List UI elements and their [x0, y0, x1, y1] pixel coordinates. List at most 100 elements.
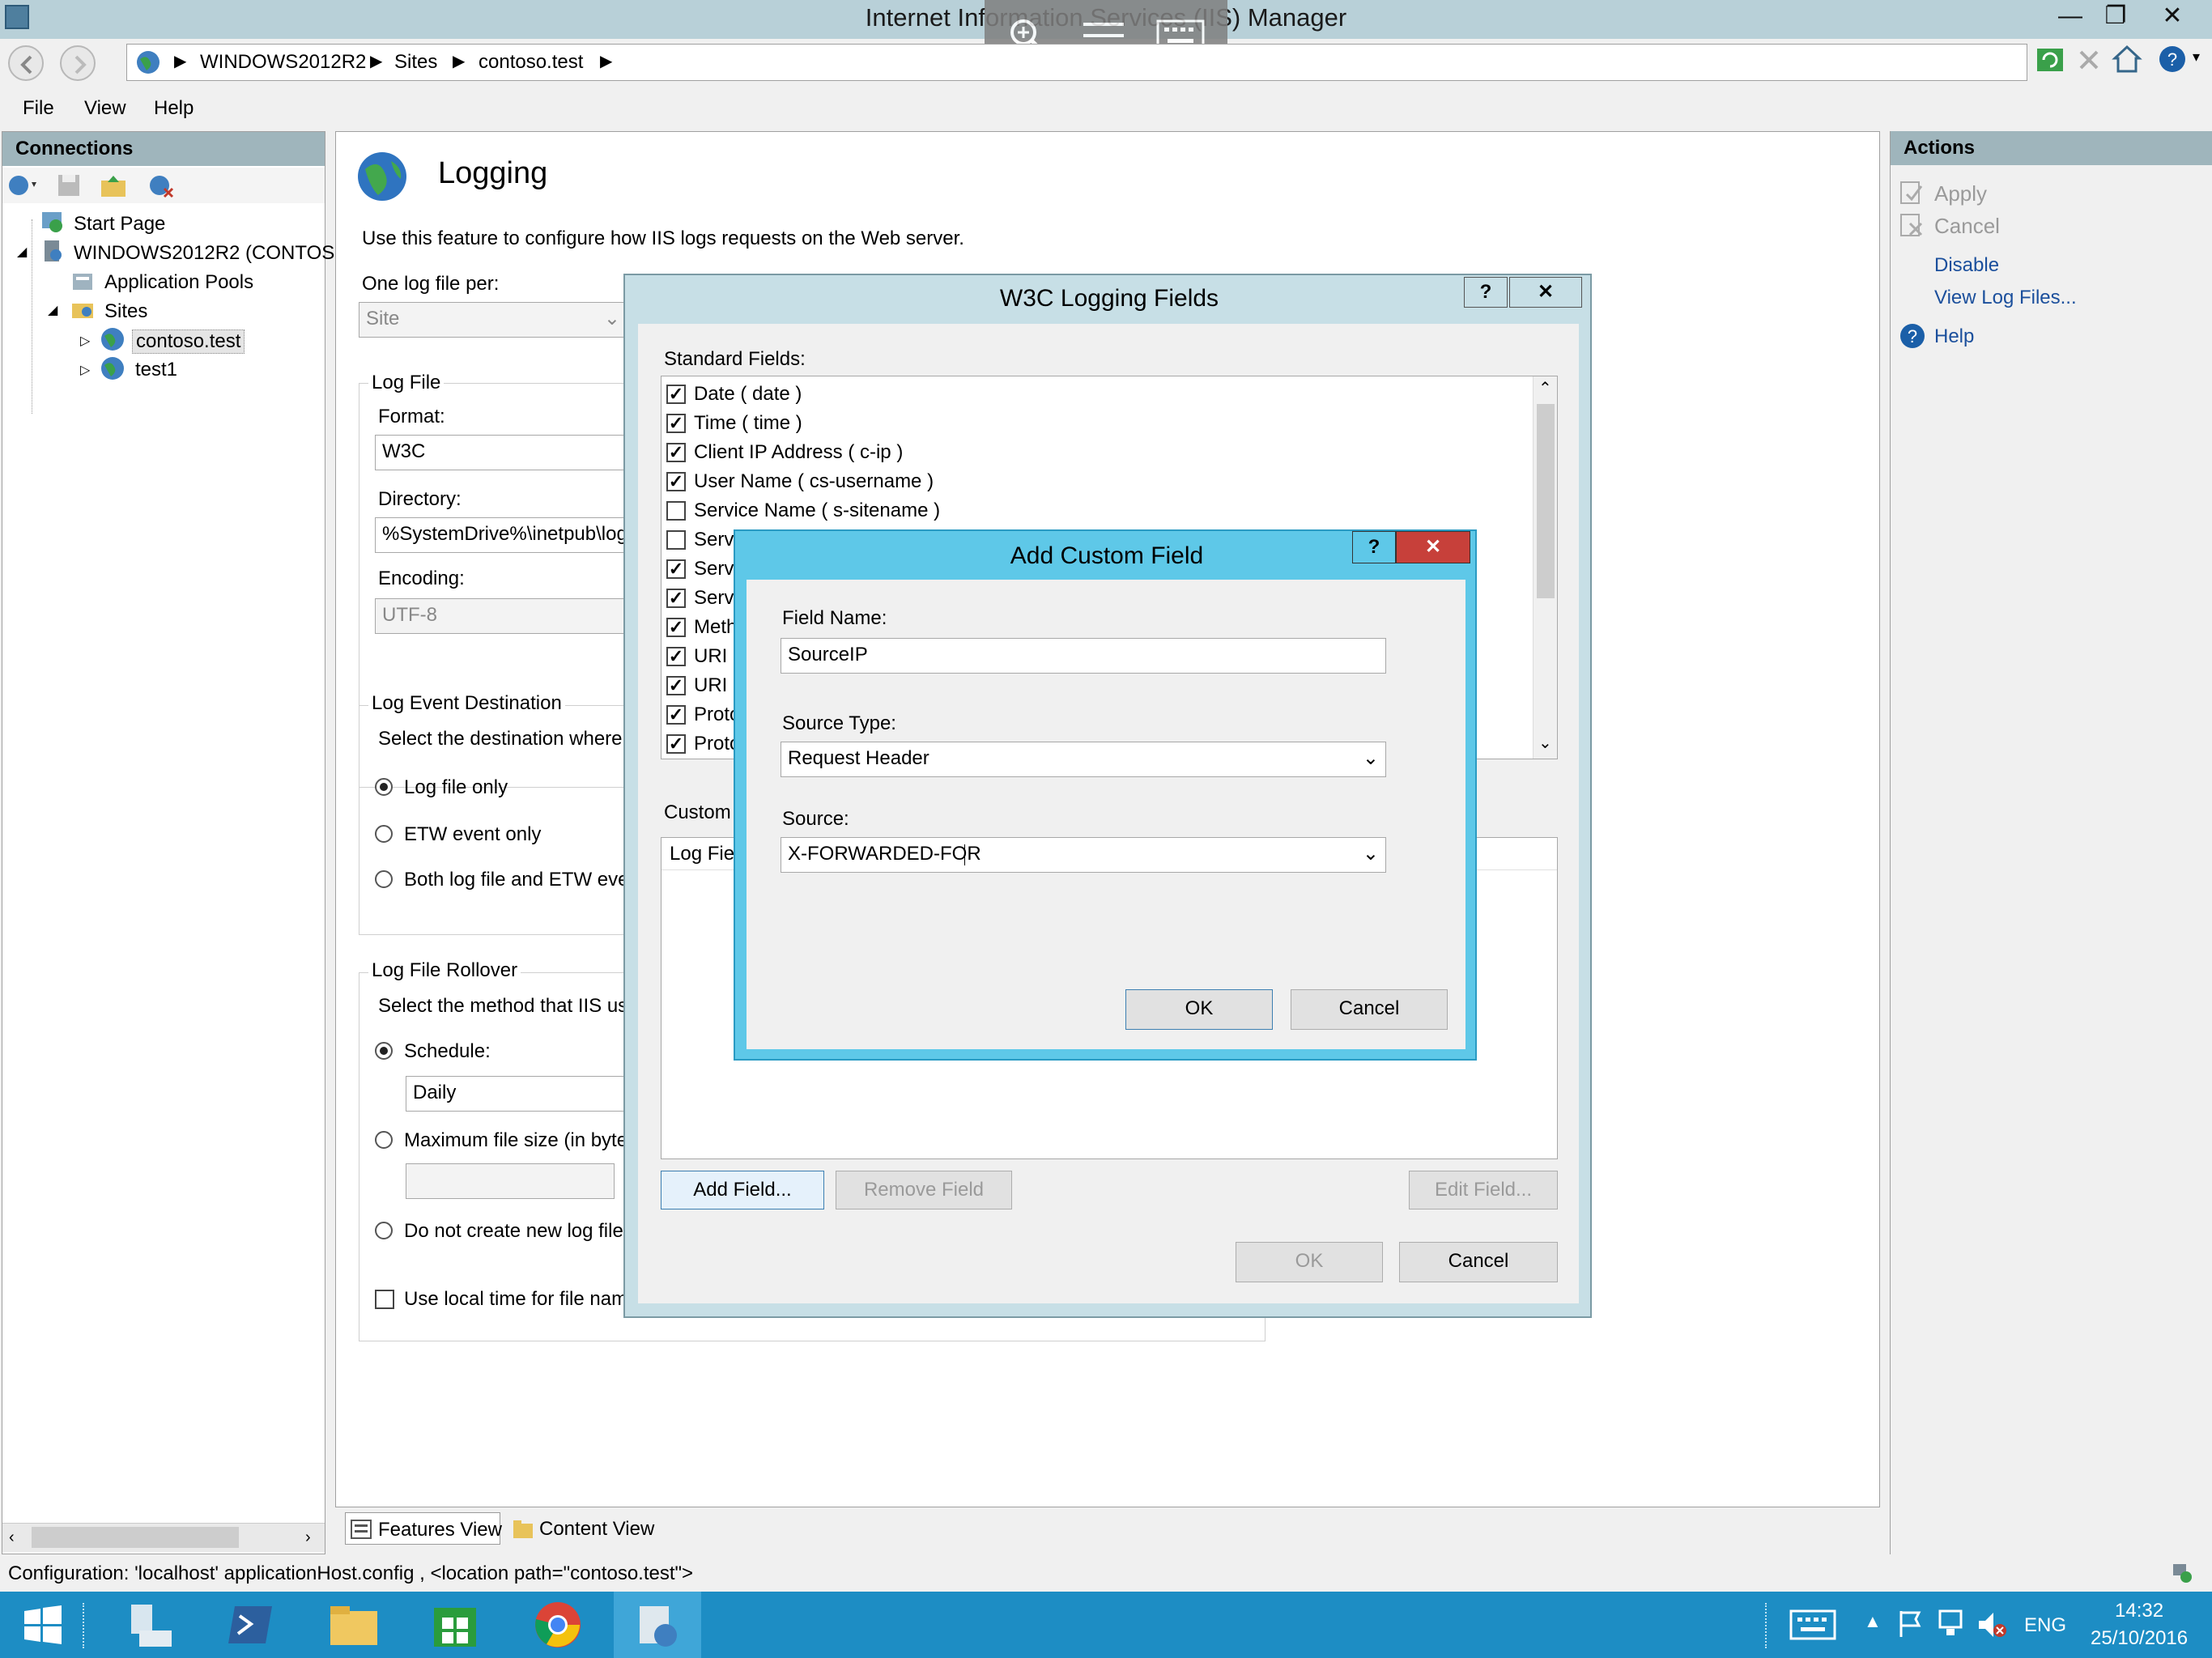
action-apply[interactable]: Apply	[1934, 181, 1987, 206]
radio-schedule[interactable]	[375, 1042, 393, 1060]
field-checkbox[interactable]: ✓	[666, 385, 686, 404]
tray-language[interactable]: ENG	[2024, 1614, 2066, 1637]
breadcrumb-item-server[interactable]: WINDOWS2012R2	[200, 51, 366, 74]
server-manager-icon[interactable]	[125, 1600, 175, 1650]
tray-time[interactable]: 14:32	[2115, 1600, 2163, 1622]
field-checkbox[interactable]: ✓	[666, 589, 686, 608]
standard-field-row[interactable]: ✓ Client IP Address ( c-ip )	[661, 440, 1528, 467]
field-name-input[interactable]: SourceIP	[781, 638, 1386, 674]
max-size-input[interactable]	[406, 1163, 615, 1199]
restore-button[interactable]: ❐	[2089, 0, 2142, 32]
expand-icon[interactable]: ▷	[80, 333, 90, 349]
field-checkbox[interactable]: ✓	[666, 618, 686, 637]
windows-start-icon[interactable]	[23, 1605, 63, 1645]
tree-server[interactable]: WINDOWS2012R2 (CONTOSO	[74, 242, 350, 265]
tree-site-contoso[interactable]: contoso.test	[132, 329, 245, 354]
disconnect-icon[interactable]	[147, 172, 176, 198]
w3c-cancel-button[interactable]: Cancel	[1399, 1242, 1558, 1282]
help-dropdown-icon[interactable]: ▾	[2193, 49, 2200, 66]
store-icon[interactable]	[431, 1600, 479, 1650]
menu-view[interactable]: View	[84, 97, 126, 120]
radio-both-label[interactable]: Both log file and ETW eve	[404, 869, 628, 891]
refresh-icon[interactable]	[2035, 45, 2065, 74]
tray-date[interactable]: 25/10/2016	[2091, 1627, 2188, 1650]
tab-content-view[interactable]: Content View	[508, 1512, 662, 1545]
expand-icon[interactable]: ▷	[80, 362, 90, 378]
scroll-down-icon[interactable]: ⌄	[1538, 733, 1552, 753]
standard-field-row[interactable]: ✓ Date ( date )	[661, 381, 1528, 409]
field-checkbox[interactable]: ✓	[666, 647, 686, 666]
stop-icon[interactable]	[2074, 45, 2104, 74]
folder-up-icon[interactable]	[100, 172, 127, 198]
action-disable[interactable]: Disable	[1934, 254, 1999, 277]
tree-start-page[interactable]: Start Page	[74, 213, 165, 236]
collapse-icon[interactable]: ◢	[48, 302, 57, 318]
scroll-left-icon[interactable]: ‹	[9, 1528, 15, 1547]
w3c-help-button[interactable]: ?	[1464, 277, 1508, 308]
radio-max-size-label[interactable]: Maximum file size (in byte	[404, 1129, 627, 1152]
acf-close-button[interactable]: ✕	[1396, 531, 1470, 563]
radio-max-size[interactable]	[375, 1131, 393, 1149]
remove-field-button[interactable]: Remove Field	[836, 1171, 1012, 1209]
connect-icon[interactable]	[7, 172, 40, 198]
action-cancel[interactable]: Cancel	[1934, 214, 2000, 239]
local-time-checkbox[interactable]	[375, 1290, 394, 1309]
action-view-log-files[interactable]: View Log Files...	[1934, 287, 2077, 309]
radio-no-new-file-label[interactable]: Do not create new log file	[404, 1220, 623, 1243]
radio-both[interactable]	[375, 870, 393, 888]
edit-field-button[interactable]: Edit Field...	[1409, 1171, 1558, 1209]
forward-button[interactable]	[60, 45, 96, 81]
network-icon[interactable]	[1935, 1608, 1967, 1640]
radio-log-file-only[interactable]	[375, 778, 393, 796]
chrome-icon[interactable]	[533, 1600, 583, 1650]
add-field-button[interactable]: Add Field...	[661, 1171, 824, 1209]
field-checkbox[interactable]: ✓	[666, 472, 686, 491]
connections-hscrollbar[interactable]: ‹ ›	[2, 1523, 325, 1552]
action-help[interactable]: Help	[1934, 325, 1974, 348]
field-checkbox[interactable]: ✓	[666, 705, 686, 725]
standard-field-row[interactable]: ✓ Time ( time )	[661, 410, 1528, 438]
tree-sites[interactable]: Sites	[104, 300, 147, 323]
tree-site-test1[interactable]: test1	[135, 359, 177, 381]
one-log-select[interactable]: Site ⌄	[359, 302, 627, 338]
scroll-right-icon[interactable]: ›	[305, 1528, 311, 1547]
acf-cancel-button[interactable]: Cancel	[1291, 989, 1448, 1030]
radio-etw-only-label[interactable]: ETW event only	[404, 823, 541, 846]
radio-schedule-label[interactable]: Schedule:	[404, 1040, 491, 1063]
radio-log-file-only-label[interactable]: Log file only	[404, 776, 508, 799]
collapse-icon[interactable]: ◢	[17, 244, 27, 260]
close-button[interactable]: ✕	[2146, 0, 2199, 32]
tree-app-pools[interactable]: Application Pools	[104, 271, 253, 294]
scroll-up-icon[interactable]: ⌃	[1538, 378, 1552, 398]
local-time-label[interactable]: Use local time for file nam	[404, 1288, 627, 1311]
fields-vscrollbar[interactable]: ⌃ ⌄	[1533, 376, 1557, 759]
breadcrumb-item-sites[interactable]: Sites	[394, 51, 437, 74]
custom-col-log-field[interactable]: Log Fiel	[670, 843, 738, 865]
radio-etw-only[interactable]	[375, 825, 393, 843]
field-checkbox[interactable]: ✓	[666, 559, 686, 579]
acf-help-button[interactable]: ?	[1352, 531, 1396, 563]
menu-help[interactable]: Help	[154, 97, 194, 120]
help-circle-icon[interactable]: ?	[2157, 44, 2188, 74]
field-checkbox[interactable]: ✓	[666, 676, 686, 695]
w3c-close-button[interactable]: ✕	[1509, 277, 1582, 308]
standard-field-row[interactable]: Service Name ( s-sitename )	[661, 498, 1528, 525]
address-bar[interactable]: ▶ WINDOWS2012R2 ▶ Sites ▶ contoso.test ▶	[126, 44, 2027, 81]
menu-file[interactable]: File	[23, 97, 54, 120]
w3c-ok-button[interactable]: OK	[1236, 1242, 1383, 1282]
field-checkbox[interactable]: ✓	[666, 734, 686, 754]
tab-features-view[interactable]: Features View	[345, 1512, 502, 1545]
breadcrumb-item-site[interactable]: contoso.test	[479, 51, 583, 74]
save-icon[interactable]	[56, 172, 82, 198]
home-icon[interactable]	[2112, 44, 2142, 74]
field-checkbox[interactable]: ✓	[666, 443, 686, 462]
tray-expand-icon[interactable]: ▲	[1864, 1611, 1882, 1632]
radio-no-new-file[interactable]	[375, 1222, 393, 1239]
scroll-thumb[interactable]	[32, 1527, 239, 1548]
field-checkbox[interactable]	[666, 501, 686, 521]
file-explorer-icon[interactable]	[327, 1601, 381, 1648]
fields-scroll-thumb[interactable]	[1537, 404, 1555, 598]
field-checkbox[interactable]	[666, 530, 686, 550]
source-combobox[interactable]: X-FORWARDED-FOR ⌄	[781, 837, 1386, 873]
flag-icon[interactable]	[1896, 1609, 1924, 1639]
